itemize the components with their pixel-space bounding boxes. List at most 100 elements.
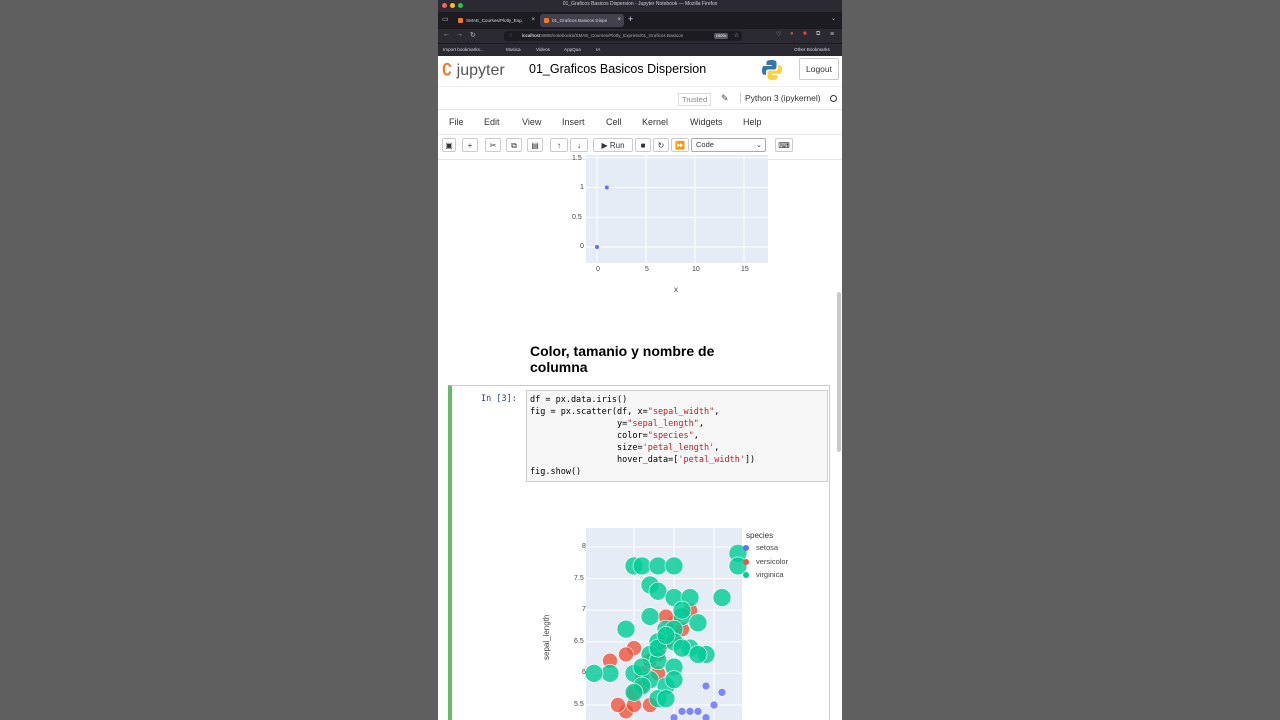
legend-label: setosa [756,543,779,552]
restart-icon: ↻ [657,141,665,150]
menu-view[interactable]: View [522,117,541,127]
run-label: Run [609,141,625,150]
legend-marker-icon [743,545,749,551]
url-bar[interactable]: localhost:8888/notebooks/SMAE_Courses/Pl… [504,31,742,41]
legend-item-virginica[interactable]: virginica [743,570,784,579]
trusted-badge[interactable]: Trusted [678,93,712,106]
back-icon[interactable]: ← [443,31,450,38]
logo-text: jupyter [456,62,505,79]
cell-type-select[interactable]: Code ⌄ [691,138,766,152]
menu-help[interactable]: Help [743,117,762,127]
browser-tab[interactable]: SMAE_Courses/Plotly_Exp × [454,14,538,27]
menu-icon[interactable]: ≡ [830,31,834,38]
move-down-button[interactable]: ↓ [570,138,588,152]
y-tick-label: 6 [582,669,586,677]
notebook-name[interactable]: 01_Graficos Basicos Dispersion [529,62,706,76]
data-point [685,707,695,716]
data-point [632,556,652,576]
other-bookmarks[interactable]: Other Bookmarks [794,44,830,55]
data-point [632,657,652,677]
data-point [677,707,687,716]
restart-button[interactable]: ↻ [653,138,669,152]
browser-tab-active[interactable]: 01_Graficos Basicos Dispe × [540,14,624,27]
paste-button[interactable]: ▤ [527,138,543,152]
menu-widgets[interactable]: Widgets [690,117,723,127]
bookmark-item[interactable]: Import bookmarks... [443,44,484,55]
data-point [664,670,684,690]
tab-list-icon[interactable]: ▭ [442,15,449,23]
arrow-up-icon: ↑ [557,141,561,150]
bookmark-folder-appqua[interactable]: AppQua [564,44,581,55]
menu-cell[interactable]: Cell [606,117,622,127]
plus-icon: + [467,141,473,150]
extension-icon[interactable]: ■ [803,31,807,37]
cut-button[interactable]: ✂ [485,138,501,152]
menu-insert[interactable]: Insert [562,117,585,127]
save-button[interactable]: ▣ [442,138,456,152]
data-point [709,700,719,710]
move-up-button[interactable]: ↑ [550,138,568,152]
jupyter-favicon-icon [544,18,549,23]
restart-run-all-button[interactable]: ⏩ [671,138,689,152]
chevron-down-icon[interactable]: ⌄ [831,15,836,22]
bookmark-folder-ia[interactable]: IA [596,44,600,55]
bookmark-star-icon[interactable]: ☆ [734,31,739,41]
pocket-icon[interactable]: ♡ [776,31,781,38]
forward-icon[interactable]: → [456,31,463,38]
data-point [672,638,692,658]
data-point [616,619,636,639]
data-point [648,556,668,576]
extension-icon[interactable]: ● [790,31,794,37]
reload-icon[interactable]: ↻ [470,31,476,39]
jupyter-favicon-icon [458,18,463,23]
save-icon: ▣ [445,141,453,150]
arrow-down-icon: ↓ [577,141,581,150]
legend-marker-icon [743,558,749,565]
menu-edit[interactable]: Edit [484,117,500,127]
run-button[interactable]: ▶ Run [593,138,633,152]
data-point [672,600,692,620]
y-axis-label: sepal_length [542,614,551,660]
pencil-icon[interactable]: ✎ [721,93,729,104]
insert-cell-button[interactable]: + [462,138,478,152]
legend-item-setosa[interactable]: setosa [743,543,779,552]
browser-window: 01_Graficos Basicos Dispersion - Jupyter… [438,0,842,720]
keyboard-icon: ⌨ [778,141,790,150]
cell-type-value: Code [696,140,714,149]
command-palette-button[interactable]: ⌨ [775,138,793,152]
kernel-name[interactable]: Python 3 (ipykernel) [740,93,821,103]
copy-button[interactable]: ⧉ [506,138,522,152]
interrupt-button[interactable]: ■ [635,138,651,152]
tab-label: 01_Graficos Basicos Dispe [552,18,608,23]
jupyter-logo[interactable]: ∁ jupyter [442,60,505,80]
logout-button[interactable]: Logout [799,58,839,80]
menu-kernel[interactable]: Kernel [642,117,668,127]
menu-bar: File Edit View Insert Cell Kernel Widget… [438,109,842,135]
data-point [701,681,711,691]
legend-label: virginica [756,570,784,579]
menu-file[interactable]: File [449,117,464,127]
python-logo-icon [762,60,782,80]
bookmark-folder-videos[interactable]: Videos [536,44,550,55]
url-host: localhost [522,33,541,38]
legend-marker-icon [743,572,749,578]
close-tab-icon[interactable]: × [531,14,535,27]
data-point [584,664,604,683]
legend-item-versicolor[interactable]: versicolor [743,557,788,566]
data-point [610,697,626,713]
y-tick-label: 7.5 [574,574,584,582]
shield-icon[interactable]: ◌ [509,31,513,41]
data-point [688,613,708,633]
extensions-puzzle-icon[interactable]: ⧉ [816,31,820,38]
stop-icon: ■ [640,141,646,150]
bookmark-folder-musica[interactable]: Musica [506,44,521,55]
zoom-level-badge[interactable]: 190% [713,33,728,39]
legend: species setosa versicolor virginica [743,531,788,579]
notebook-content[interactable]: 1.5 1 0.5 0 0 5 10 15 x Color, tamanio y… [438,155,842,720]
url-path: :8888/notebooks/SMAE_Courses/Plotly_Expr… [540,33,684,38]
data-point [640,607,660,626]
scrollbar[interactable] [837,292,841,452]
close-tab-icon[interactable]: × [617,14,621,27]
new-tab-icon[interactable]: + [628,14,633,24]
data-point [712,588,732,607]
